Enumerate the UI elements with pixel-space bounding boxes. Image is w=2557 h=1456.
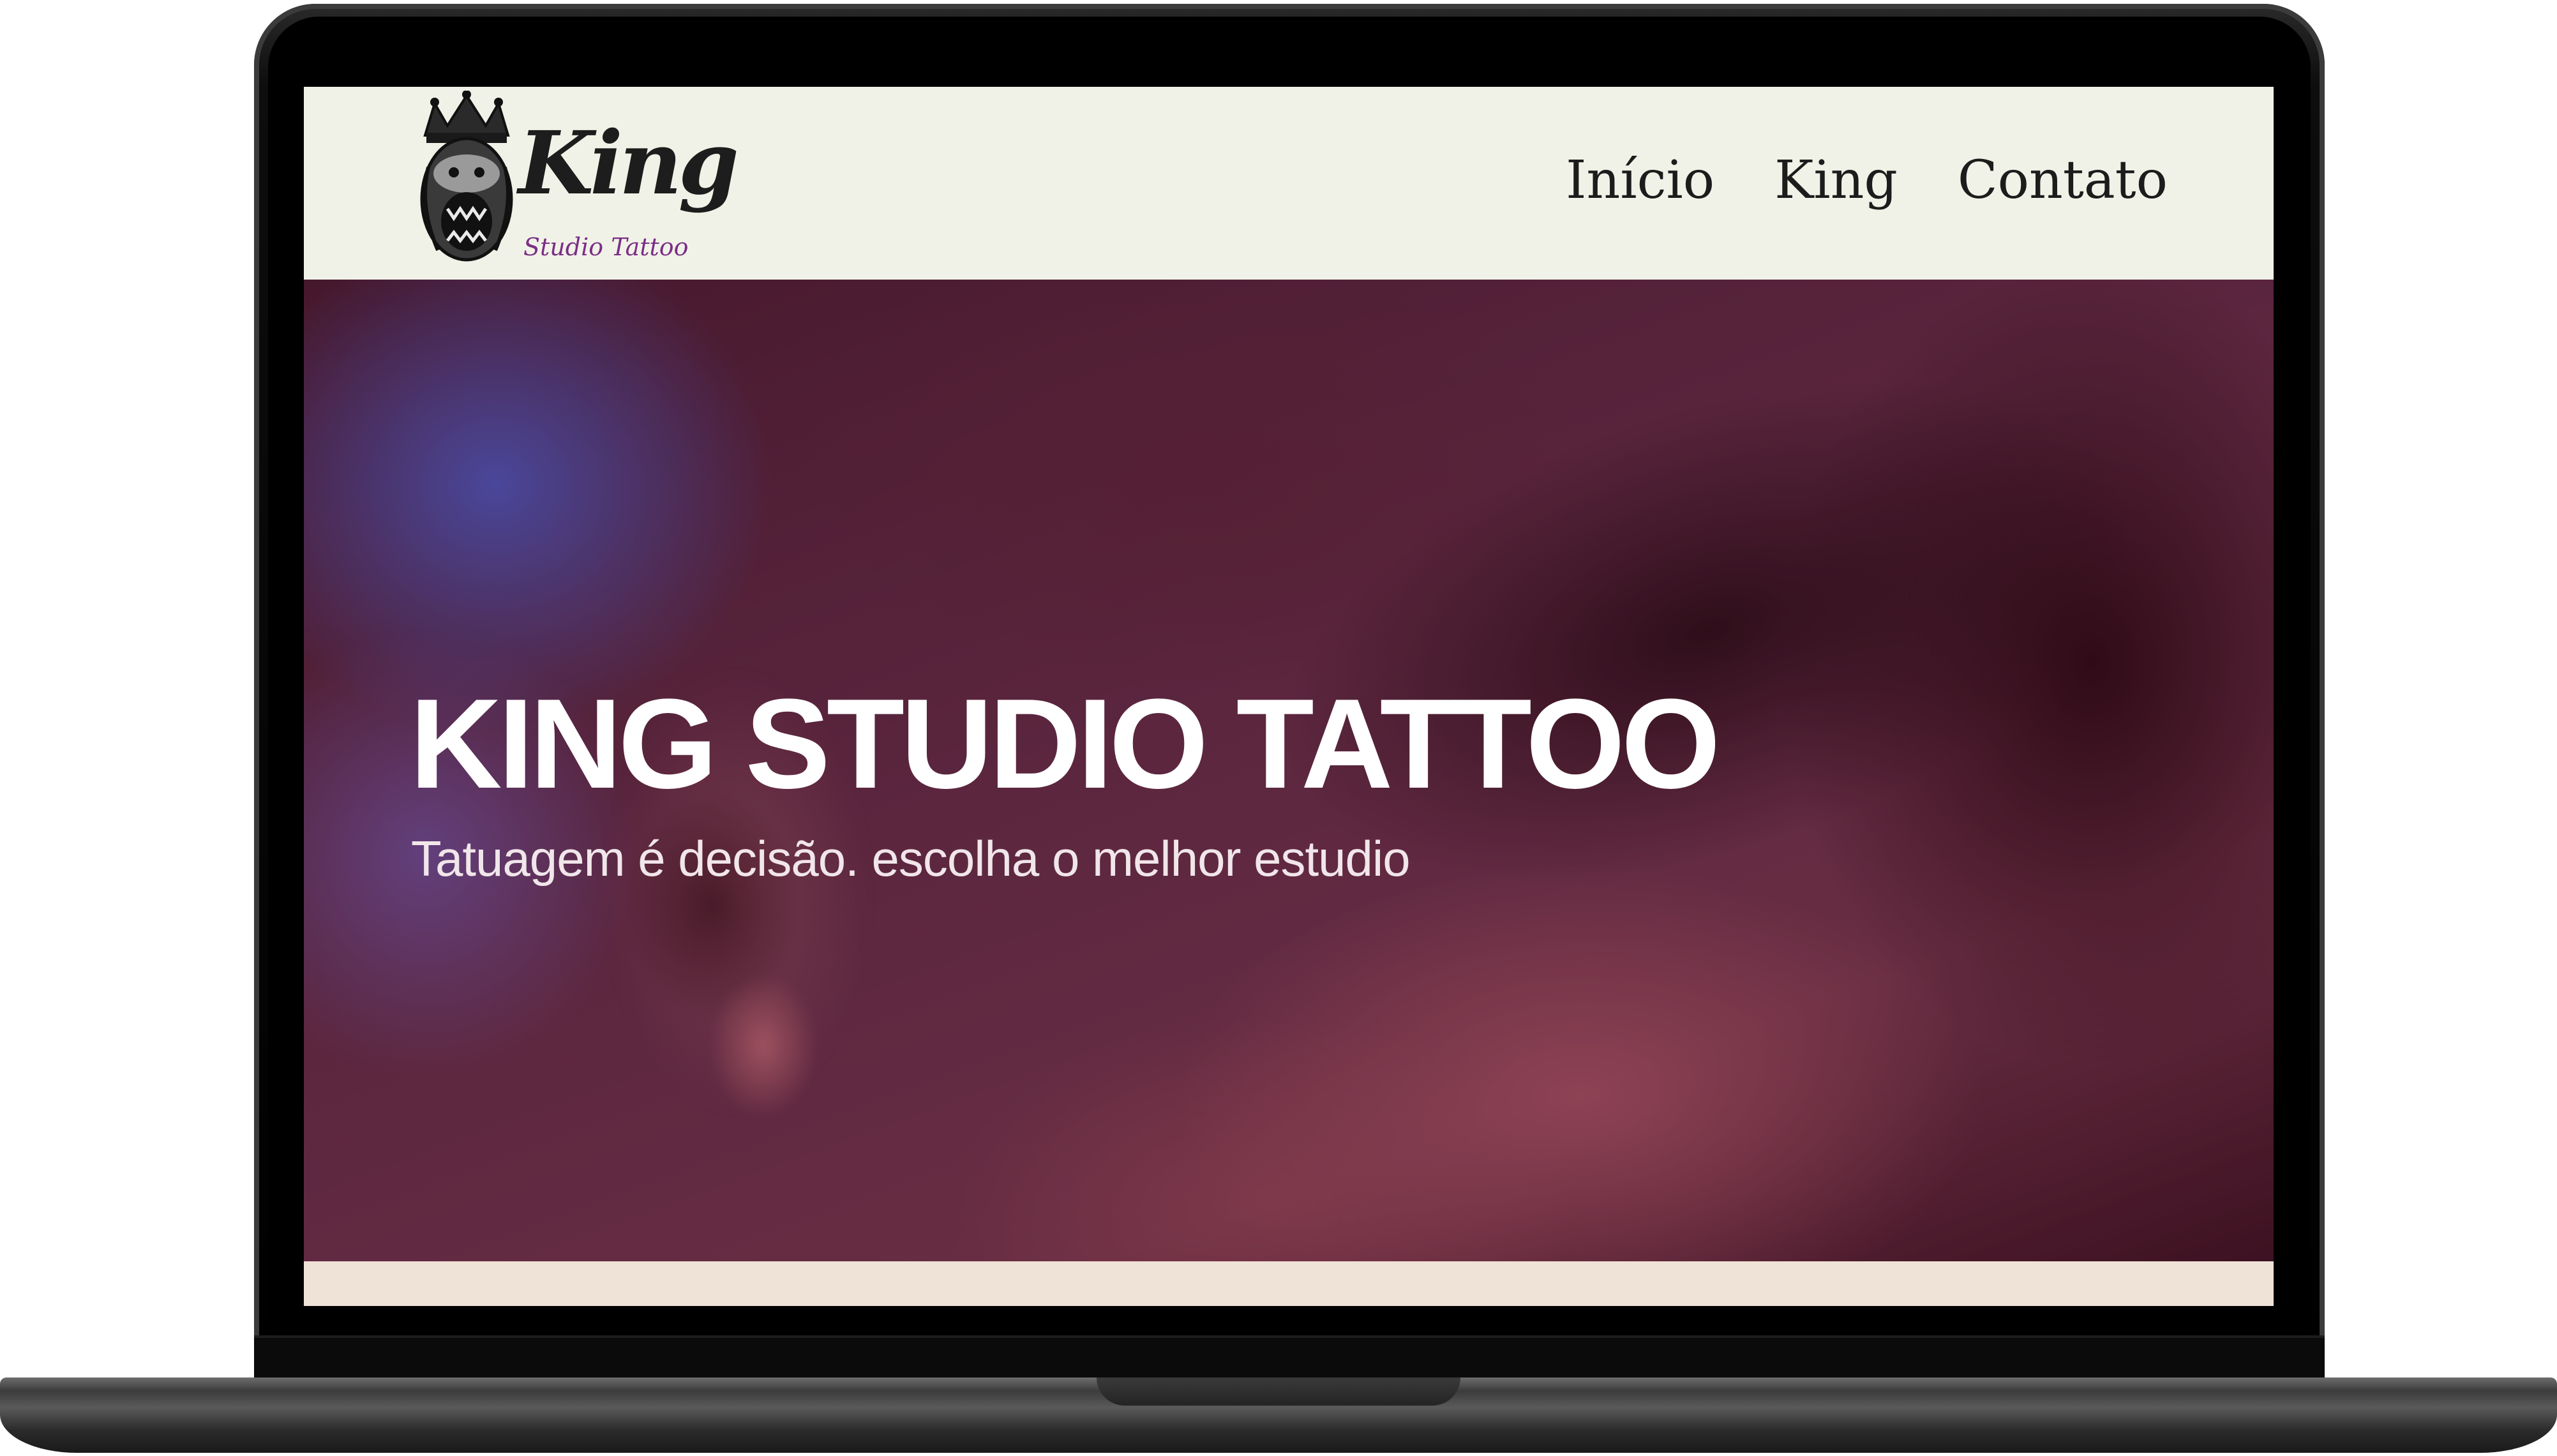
main-nav: Início King Contato bbox=[1566, 154, 2168, 207]
logo-wordmark: King bbox=[518, 112, 739, 214]
laptop-mockup: King Studio Tattoo Início King Contato K… bbox=[0, 0, 2557, 1456]
hero-title: KING STUDIO TATTOO bbox=[410, 673, 1720, 815]
nav-link-king[interactable]: King bbox=[1774, 154, 1898, 207]
website-screen: King Studio Tattoo Início King Contato K… bbox=[304, 87, 2274, 1306]
hero-subtitle: Tatuagem é decisão. escolha o melhor est… bbox=[411, 830, 1411, 887]
navbar: King Studio Tattoo Início King Contato bbox=[304, 87, 2274, 280]
next-section-strip bbox=[304, 1261, 2274, 1306]
gorilla-crown-icon bbox=[420, 91, 513, 262]
site-logo[interactable]: King Studio Tattoo bbox=[412, 91, 739, 276]
nav-link-contato[interactable]: Contato bbox=[1958, 154, 2168, 207]
bezel-bottom bbox=[254, 1335, 2325, 1383]
logo-subtitle: Studio Tattoo bbox=[523, 233, 689, 261]
laptop-open-notch bbox=[1097, 1377, 1460, 1406]
nav-link-inicio[interactable]: Início bbox=[1566, 154, 1714, 207]
hero-banner: KING STUDIO TATTOO Tatuagem é decisão. e… bbox=[304, 280, 2274, 1261]
